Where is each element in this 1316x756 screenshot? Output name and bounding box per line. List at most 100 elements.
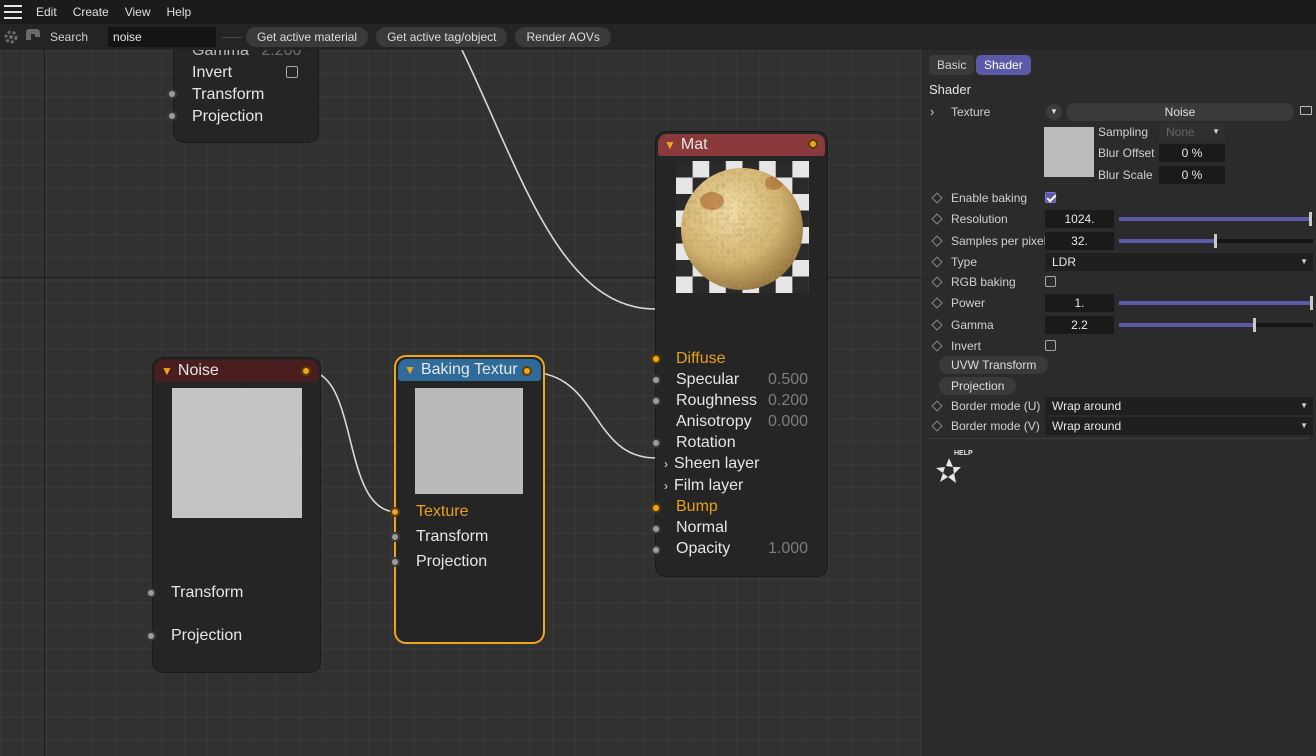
node-row-transform: Transform xyxy=(171,584,244,601)
invert-checkbox[interactable] xyxy=(286,66,298,78)
get-active-material-button[interactable]: Get active material xyxy=(246,27,369,47)
port-noise-output[interactable] xyxy=(301,366,311,376)
keyframe-diamond-icon[interactable] xyxy=(931,213,943,225)
render-aovs-button[interactable]: Render AOVs xyxy=(515,27,611,47)
node-mat[interactable]: ▼ Mat Diffuse Specular 0.500 Roughness 0… xyxy=(651,132,827,576)
tab-shader[interactable]: Shader xyxy=(976,55,1031,75)
node-baking-texture[interactable]: ▼ Baking Textur Texture Transform Projec… xyxy=(390,357,543,642)
border-mode-u-label: Border mode (U) xyxy=(951,399,1041,413)
samples-per-pixel-field[interactable]: 32. xyxy=(1045,232,1114,250)
search-label: Search xyxy=(50,30,89,44)
gamma-slider[interactable] xyxy=(1119,318,1313,332)
menu-help[interactable]: Help xyxy=(159,0,200,24)
port-mat-output[interactable] xyxy=(808,139,818,149)
menu-view[interactable]: View xyxy=(117,0,159,24)
node-row-projection: Projection xyxy=(192,108,264,125)
section-title: Shader xyxy=(929,82,971,97)
resolution-field[interactable]: 1024. xyxy=(1045,210,1114,228)
magnet-icon[interactable] xyxy=(22,26,44,48)
node-row-opacity: Opacity 1.000 xyxy=(676,540,809,557)
collapse-triangle-icon[interactable]: ▼ xyxy=(161,364,173,378)
enable-baking-checkbox[interactable] xyxy=(1045,192,1056,203)
node-baking-header[interactable]: ▼ Baking Textur xyxy=(398,359,541,381)
blur-offset-field[interactable]: 0 % xyxy=(1159,144,1225,162)
port-transform[interactable] xyxy=(167,89,177,99)
texture-dropdown-button[interactable]: ▼ xyxy=(1046,104,1062,120)
attribute-panel: Basic Shader Shader › Texture ▼ Noise Sa… xyxy=(922,50,1316,756)
port-noise-transform[interactable] xyxy=(146,588,156,598)
node-row-normal: Normal xyxy=(676,519,728,536)
uvw-transform-button[interactable]: UVW Transform xyxy=(939,356,1049,374)
node-row-film-layer[interactable]: › Film layer xyxy=(664,477,743,495)
keyframe-diamond-icon[interactable] xyxy=(931,319,943,331)
help-label: HELP xyxy=(954,450,973,457)
port-diffuse[interactable] xyxy=(651,354,661,364)
octane-help-icon xyxy=(936,458,961,483)
power-field[interactable]: 1. xyxy=(1045,294,1114,312)
keyframe-diamond-icon[interactable] xyxy=(931,276,943,288)
specular-value: 0.500 xyxy=(768,371,809,388)
port-baking-transform[interactable] xyxy=(390,532,400,542)
get-active-tag-object-button[interactable]: Get active tag/object xyxy=(376,27,508,47)
search-input[interactable] xyxy=(108,27,217,47)
port-opacity[interactable] xyxy=(651,545,661,555)
texture-shader-field[interactable]: Noise xyxy=(1066,103,1294,121)
app-window: { "menubar": { "items": ["Edit", "Create… xyxy=(0,0,1316,756)
keyframe-diamond-icon[interactable] xyxy=(931,192,943,204)
node-row-sheen-layer[interactable]: › Sheen layer xyxy=(664,455,759,473)
port-baking-projection[interactable] xyxy=(390,557,400,567)
rgb-baking-checkbox[interactable] xyxy=(1045,276,1056,287)
help-button[interactable]: HELP xyxy=(932,450,980,486)
port-baking-output[interactable] xyxy=(522,366,532,376)
menu-edit[interactable]: Edit xyxy=(28,0,65,24)
node-editor-canvas[interactable]: Gamma 2.200 Invert Transform Projection … xyxy=(0,50,922,756)
gamma-field[interactable]: 2.2 xyxy=(1045,316,1114,334)
tab-basic[interactable]: Basic xyxy=(929,55,975,75)
resolution-slider[interactable] xyxy=(1119,212,1313,226)
menu-create[interactable]: Create xyxy=(65,0,117,24)
samples-per-pixel-slider[interactable] xyxy=(1119,234,1313,248)
port-roughness[interactable] xyxy=(651,396,661,406)
material-preview-sphere xyxy=(676,161,809,293)
invert-checkbox[interactable] xyxy=(1045,340,1056,351)
power-slider[interactable] xyxy=(1119,296,1313,310)
chevron-right-icon[interactable]: › xyxy=(930,104,934,119)
keyframe-diamond-icon[interactable] xyxy=(931,297,943,309)
keyframe-diamond-icon[interactable] xyxy=(931,400,943,412)
texture-label: Texture xyxy=(951,105,991,119)
node-top-fragment[interactable]: Gamma 2.200 Invert Transform Projection xyxy=(167,50,318,142)
chevron-down-icon: ▼ xyxy=(1300,421,1308,430)
keyframe-diamond-icon[interactable] xyxy=(931,420,943,432)
node-row-transform: Transform xyxy=(416,528,489,545)
border-mode-u-dropdown[interactable]: Wrap around ▼ xyxy=(1045,397,1313,415)
node-mat-header[interactable]: ▼ Mat xyxy=(658,134,825,156)
port-baking-texture[interactable] xyxy=(390,507,400,517)
keyframe-diamond-icon[interactable] xyxy=(931,235,943,247)
border-mode-v-dropdown[interactable]: Wrap around ▼ xyxy=(1045,417,1313,435)
keyframe-diamond-icon[interactable] xyxy=(931,256,943,268)
port-rotation[interactable] xyxy=(651,438,661,448)
node-noise-header[interactable]: ▼ Noise xyxy=(155,360,318,382)
enable-baking-label: Enable baking xyxy=(951,191,1028,205)
folder-icon[interactable] xyxy=(1300,106,1312,115)
port-projection[interactable] xyxy=(167,111,177,121)
port-specular[interactable] xyxy=(651,375,661,385)
collapse-triangle-icon[interactable]: ▼ xyxy=(664,138,676,152)
gear-icon[interactable] xyxy=(0,26,22,48)
connection-wire-baking-to-bump xyxy=(527,371,657,459)
node-row-texture: Texture xyxy=(416,503,469,520)
blur-scale-field[interactable]: 0 % xyxy=(1159,166,1225,184)
node-noise-title: Noise xyxy=(177,362,219,379)
node-row-specular: Specular 0.500 xyxy=(676,371,809,388)
keyframe-diamond-icon[interactable] xyxy=(931,340,943,352)
projection-button[interactable]: Projection xyxy=(939,377,1017,395)
collapse-triangle-icon[interactable]: ▼ xyxy=(404,363,416,377)
hamburger-menu-icon[interactable] xyxy=(4,5,22,19)
port-noise-projection[interactable] xyxy=(146,631,156,641)
chevron-down-icon: ▼ xyxy=(1212,127,1220,136)
node-noise[interactable]: ▼ Noise Transform Projection xyxy=(146,358,320,672)
port-normal[interactable] xyxy=(651,524,661,534)
port-bump[interactable] xyxy=(651,503,661,513)
sampling-dropdown[interactable]: None ▼ xyxy=(1159,123,1225,141)
type-dropdown[interactable]: LDR ▼ xyxy=(1045,253,1313,271)
